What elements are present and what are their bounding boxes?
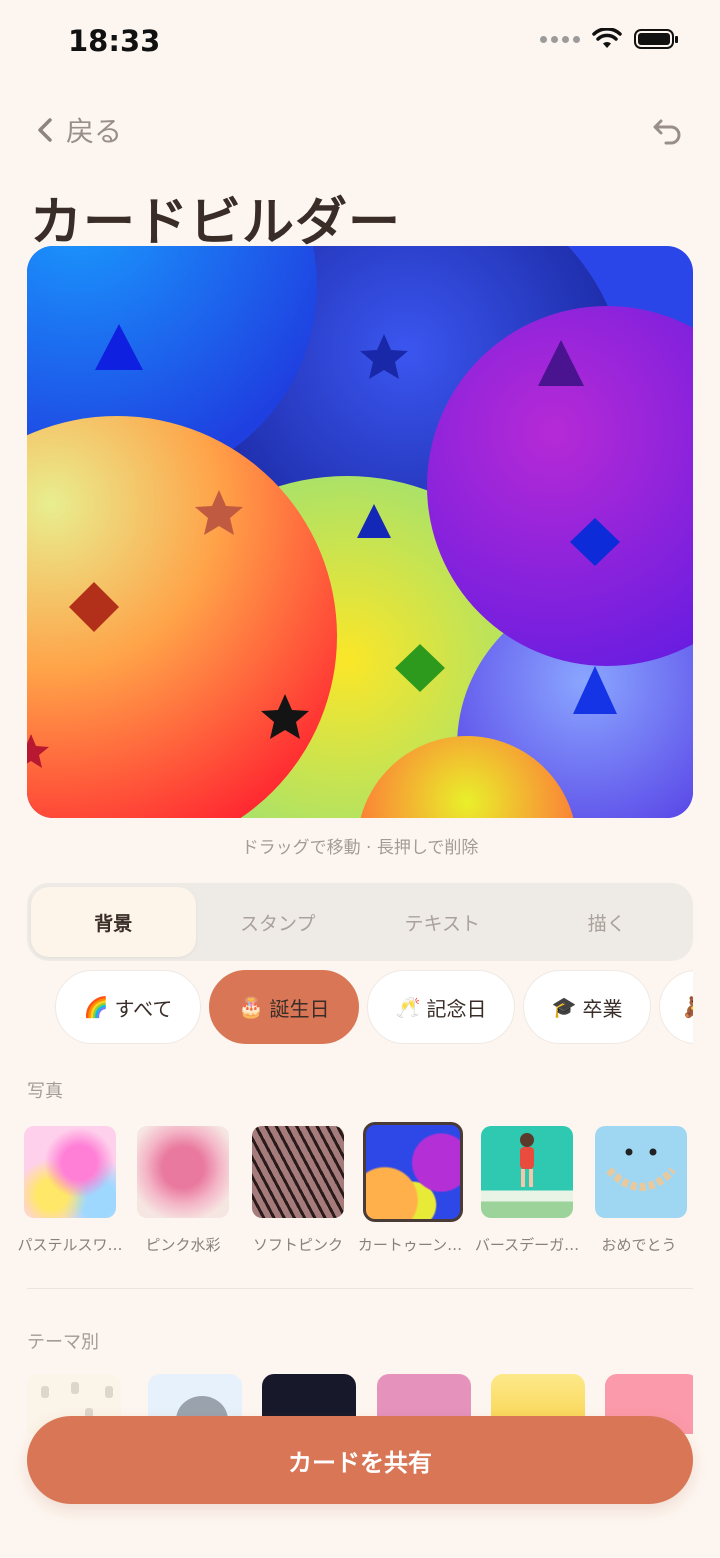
chevron-left-icon <box>38 118 52 142</box>
undo-icon <box>653 119 681 145</box>
card-background-image <box>27 246 693 818</box>
photo-thumb-pastel[interactable] <box>24 1126 116 1218</box>
back-label: 戻る <box>66 115 123 148</box>
photos-section-label: 写真 <box>27 1081 63 1102</box>
chip-label: 卒業 <box>582 996 623 1021</box>
status-bar: 18:33 <box>0 0 720 84</box>
nav-bar: 戻る <box>0 108 720 158</box>
chip-label: 記念日 <box>426 996 487 1021</box>
chip-graduation[interactable]: 🎓 卒業 <box>523 970 651 1044</box>
status-icons <box>540 28 678 50</box>
photo-caption: ソフトピンク <box>252 1236 343 1254</box>
category-chips: 🌈 すべて 🎂 誕生日 🥂 記念日 🎓 卒業 🧸 <box>0 968 693 1048</box>
themes-section-label: テーマ別 <box>27 1332 99 1353</box>
champagne-icon: 🥂 <box>395 995 421 1019</box>
undo-button[interactable] <box>652 114 684 150</box>
chip-all[interactable]: 🌈 すべて <box>55 970 201 1044</box>
chip-label: すべて <box>114 996 173 1021</box>
photo-thumb-pink-watercolor[interactable] <box>137 1126 229 1218</box>
photo-caption: バースデーガ… <box>474 1236 580 1254</box>
section-divider <box>27 1288 693 1289</box>
photo-caption: ピンク水彩 <box>145 1236 221 1254</box>
tab-draw[interactable]: 描く <box>525 887 690 957</box>
share-card-button[interactable]: カードを共有 <box>27 1416 693 1504</box>
teddy-bear-icon: 🧸 <box>682 995 693 1019</box>
chip-label: 誕生日 <box>269 996 330 1021</box>
tab-stamps[interactable]: スタンプ <box>196 887 361 957</box>
figure-illustration <box>520 1133 534 1187</box>
rainbow-icon: 🌈 <box>83 995 109 1019</box>
tab-text[interactable]: テキスト <box>360 887 525 957</box>
photo-caption: カートゥーン… <box>357 1236 463 1254</box>
tab-background[interactable]: 背景 <box>31 887 196 957</box>
photo-caption: パステルスワ… <box>17 1236 123 1254</box>
photo-thumb-cartoon[interactable] <box>363 1122 463 1222</box>
photo-thumb-congrats[interactable] <box>595 1126 687 1218</box>
page-title: カードビルダー <box>30 193 402 253</box>
status-time: 18:33 <box>68 24 161 58</box>
photo-backgrounds-list: パステルスワ… ピンク水彩 ソフトピンク カートゥーン… バースデーガ… おめで… <box>0 1122 720 1262</box>
smiley-letters-illustration <box>606 1148 676 1191</box>
cake-icon: 🎂 <box>238 995 264 1019</box>
card-canvas[interactable] <box>27 246 693 818</box>
graduation-cap-icon: 🎓 <box>551 995 577 1019</box>
chip-more[interactable]: 🧸 <box>659 970 693 1044</box>
photo-caption: おめでとう <box>601 1236 677 1254</box>
chip-birthday[interactable]: 🎂 誕生日 <box>209 970 359 1044</box>
back-button[interactable]: 戻る <box>36 110 122 150</box>
chip-anniversary[interactable]: 🥂 記念日 <box>367 970 515 1044</box>
battery-icon <box>634 29 678 49</box>
wifi-icon <box>592 28 622 48</box>
signal-icon <box>540 35 580 43</box>
photo-thumb-birthday-girl[interactable] <box>481 1126 573 1218</box>
canvas-hint: ドラッグで移動 · 長押しで削除 <box>241 838 479 858</box>
editor-tabs: 背景 スタンプ テキスト 描く <box>27 883 693 961</box>
photo-thumb-soft-pink[interactable] <box>252 1126 344 1218</box>
